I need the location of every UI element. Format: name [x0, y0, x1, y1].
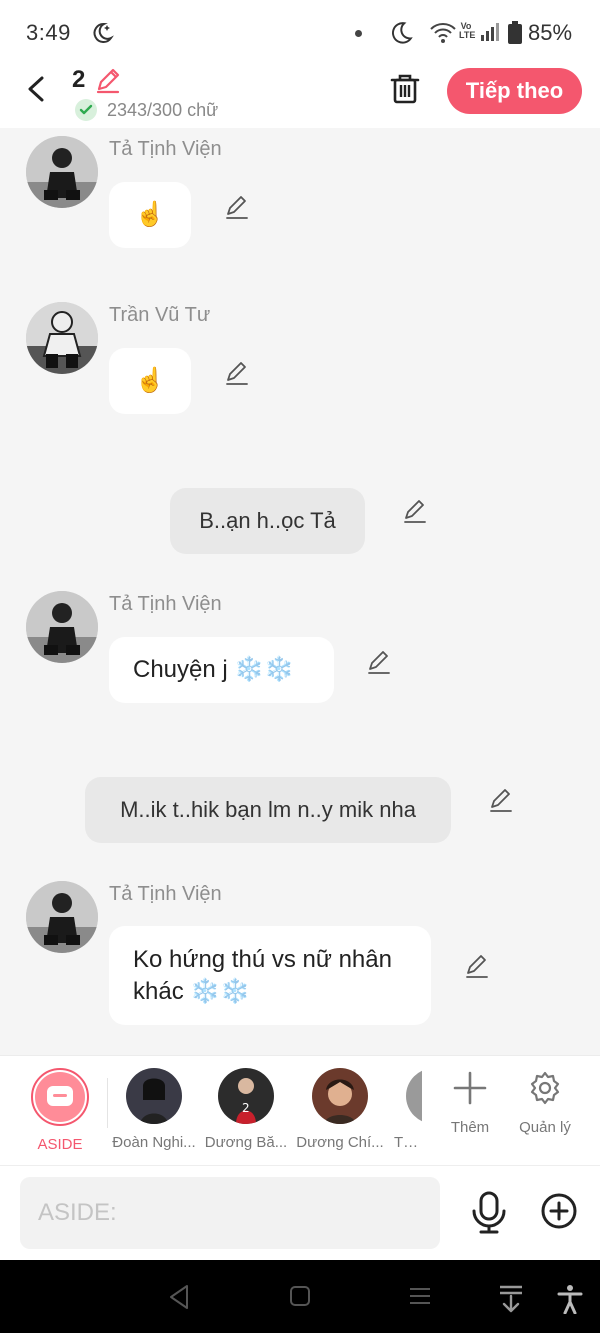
- character-name: Tả T: [394, 1134, 422, 1151]
- narration-bubble[interactable]: B..ạn h..ọc Tả: [170, 488, 365, 554]
- check-icon: [75, 99, 97, 121]
- add-character-button[interactable]: Thêm: [435, 1070, 505, 1136]
- microphone-icon[interactable]: [470, 1191, 508, 1240]
- edit-icon[interactable]: [488, 787, 514, 813]
- manage-characters-button[interactable]: Quản lý: [510, 1070, 580, 1136]
- add-circle-icon[interactable]: [540, 1192, 578, 1235]
- message-bubble[interactable]: Ko hứng thú vs nữ nhân khác ❄️❄️: [109, 926, 431, 1025]
- sender-name: Tả Tịnh Viện: [109, 593, 222, 615]
- character-item[interactable]: 2 Dương Bă...: [200, 1068, 292, 1151]
- narration-bubble[interactable]: M..ik t..hik bạn lm n..y mik nha: [85, 777, 451, 843]
- wifi-icon: [430, 22, 456, 49]
- editor-header: 2 2343/300 chữ Tiếp theo: [0, 64, 600, 128]
- edit-icon[interactable]: [224, 360, 250, 386]
- message-item: Tả Tịnh Viện Ko hứng thú vs nữ nhân khác…: [0, 873, 600, 1033]
- character-bar: ASIDE Đoàn Nghi... 2 Dương Bă... Dương C…: [0, 1055, 600, 1165]
- character-name: Đoàn Nghi...: [112, 1134, 196, 1151]
- status-bar: 3:49 Vo LTE 85%: [0, 0, 600, 64]
- home-nav-icon[interactable]: [288, 1284, 312, 1313]
- signal-icon: [480, 22, 500, 47]
- battery-icon: [508, 21, 522, 50]
- edit-icon[interactable]: [224, 194, 250, 220]
- edit-chapter-icon[interactable]: [94, 66, 122, 99]
- night-mode-icon: [90, 21, 114, 50]
- trash-icon[interactable]: [388, 72, 422, 111]
- back-nav-icon[interactable]: [167, 1284, 191, 1315]
- character-avatar: [312, 1068, 368, 1124]
- message-item: Trần Vũ Tư ☝️: [0, 293, 600, 423]
- add-label: Thêm: [450, 1119, 490, 1136]
- character-avatar: 2: [218, 1068, 274, 1124]
- sender-name: Tả Tịnh Viện: [109, 883, 222, 905]
- character-avatar: [406, 1068, 422, 1124]
- character-name: Dương Chí...: [296, 1134, 384, 1151]
- chat-area: Tả Tịnh Viện ☝️ Trần Vũ Tư ☝️ B..ạn h..ọ…: [0, 128, 600, 1055]
- avatar[interactable]: [26, 881, 98, 953]
- sender-name: Tả Tịnh Viện: [109, 138, 222, 160]
- notification-dot: [355, 30, 362, 37]
- status-time: 3:49: [26, 20, 71, 45]
- avatar[interactable]: [26, 591, 98, 663]
- message-item: Tả Tịnh Viện Chuyện j ❄️❄️: [0, 583, 600, 713]
- chapter-number: 2: [72, 66, 86, 93]
- system-nav-bar: [0, 1260, 600, 1333]
- back-icon[interactable]: [22, 74, 52, 104]
- character-item[interactable]: Đoàn Nghi...: [108, 1068, 200, 1151]
- message-item: M..ik t..hik bạn lm n..y mik nha: [0, 768, 600, 848]
- plus-icon: [453, 1071, 487, 1105]
- next-button[interactable]: Tiếp theo: [447, 68, 582, 114]
- svg-text:2: 2: [242, 1101, 250, 1115]
- do-not-disturb-icon: [388, 20, 414, 51]
- hide-nav-icon[interactable]: [497, 1284, 525, 1319]
- accessibility-icon[interactable]: [557, 1284, 583, 1319]
- message-item: Tả Tịnh Viện ☝️: [0, 128, 600, 258]
- avatar[interactable]: [26, 136, 98, 208]
- volte-badge: Vo LTE: [459, 21, 476, 40]
- word-count: 2343/300 chữ: [107, 100, 219, 120]
- message-bubble[interactable]: ☝️: [109, 182, 191, 248]
- edit-icon[interactable]: [464, 953, 490, 979]
- character-avatar: [126, 1068, 182, 1124]
- avatar[interactable]: [26, 302, 98, 374]
- character-item[interactable]: Tả T: [388, 1068, 422, 1151]
- sender-name: Trần Vũ Tư: [109, 304, 211, 326]
- aside-input[interactable]: [20, 1177, 440, 1249]
- message-bubble[interactable]: ☝️: [109, 348, 191, 414]
- message-item: B..ạn h..ọc Tả: [0, 478, 600, 558]
- character-item[interactable]: Dương Chí...: [294, 1068, 386, 1151]
- edit-icon[interactable]: [402, 498, 428, 524]
- aside-label: ASIDE: [37, 1136, 83, 1153]
- aside-avatar: [31, 1068, 89, 1126]
- edit-icon[interactable]: [366, 649, 392, 675]
- gear-icon: [530, 1071, 560, 1105]
- battery-percent: 85%: [528, 20, 573, 45]
- character-name: Dương Bă...: [204, 1134, 288, 1151]
- menu-nav-icon[interactable]: [408, 1284, 432, 1313]
- message-bubble[interactable]: Chuyện j ❄️❄️: [109, 637, 334, 703]
- aside-selector[interactable]: ASIDE: [14, 1068, 106, 1153]
- input-area: [0, 1165, 600, 1260]
- manage-label: Quản lý: [519, 1119, 571, 1136]
